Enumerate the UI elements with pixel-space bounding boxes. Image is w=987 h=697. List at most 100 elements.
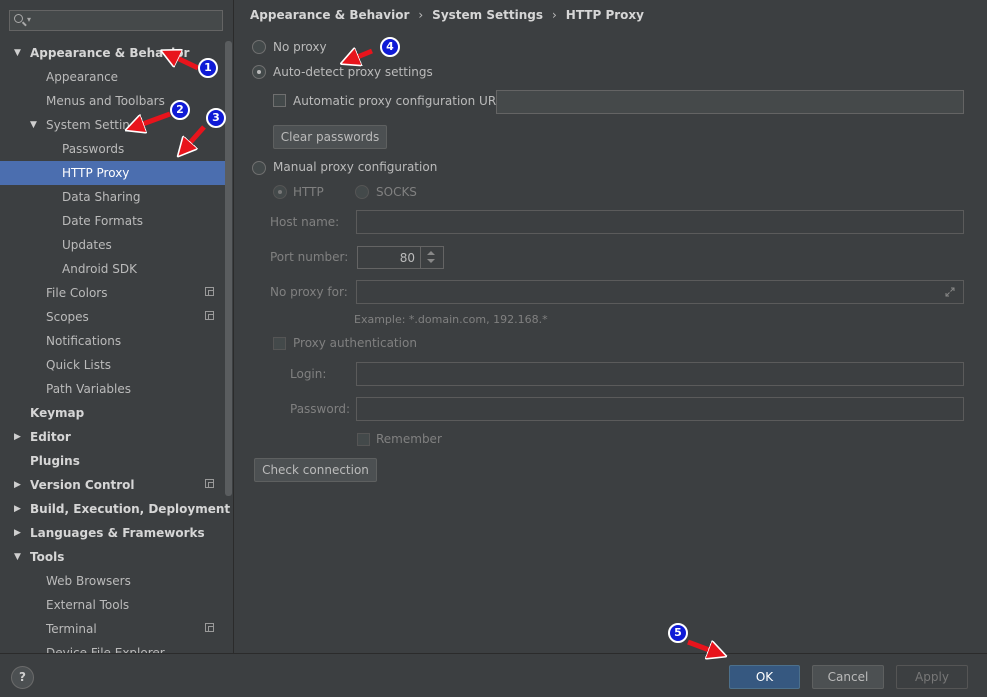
chevron-up-icon[interactable]	[427, 251, 435, 255]
dialog-footer: ? OK Cancel Apply	[0, 653, 987, 697]
chevron-right-icon: ›	[551, 8, 557, 22]
sidebar-item-label: Android SDK	[62, 262, 137, 276]
host-name-label: Host name:	[270, 215, 340, 229]
annotation-badge: 3	[206, 108, 226, 128]
sidebar-item-label: HTTP Proxy	[62, 166, 130, 180]
breadcrumb-item: System Settings	[432, 8, 543, 22]
sidebar-item-label: Appearance	[46, 70, 119, 84]
clear-passwords-button[interactable]: Clear passwords	[273, 125, 387, 149]
no-proxy-for-input[interactable]	[356, 280, 964, 304]
remember-checkbox[interactable]	[357, 433, 370, 446]
chevron-down-icon[interactable]	[427, 259, 435, 263]
sidebar-item-terminal[interactable]: Terminal	[0, 617, 225, 641]
help-button[interactable]: ?	[11, 666, 34, 689]
port-number-value: 80	[399, 251, 415, 265]
sidebar-item-label: Path Variables	[46, 382, 132, 396]
sidebar-item-label: Updates	[62, 238, 112, 252]
sidebar-item-menus-and-toolbars[interactable]: Menus and Toolbars	[0, 89, 225, 113]
sidebar-item-file-colors[interactable]: File Colors	[0, 281, 225, 305]
sidebar-item-label: Notifications	[46, 334, 122, 348]
search-icon	[14, 14, 23, 23]
host-name-input[interactable]	[356, 210, 964, 234]
project-settings-icon	[205, 623, 214, 632]
sidebar-item-appearance[interactable]: Appearance	[0, 65, 225, 89]
proxy-auth-checkbox[interactable]	[273, 337, 286, 350]
chevron-right-icon[interactable]: ▶	[14, 425, 21, 449]
chevron-right-icon[interactable]: ▶	[14, 473, 21, 497]
example-hint: Example: *.domain.com, 192.168.*	[354, 313, 548, 326]
sidebar-item-version-control[interactable]: ▶ Version Control	[0, 473, 225, 497]
auto-detect-radio[interactable]	[252, 65, 266, 79]
manual-proxy-radio[interactable]	[252, 161, 266, 175]
sidebar-item-device-file-explorer[interactable]: Device File Explorer	[0, 641, 225, 653]
chevron-right-icon: ›	[418, 8, 424, 22]
sidebar-item-label: Build, Execution, Deployment	[30, 502, 231, 516]
sidebar-item-http-proxy[interactable]: HTTP Proxy	[0, 161, 225, 185]
sidebar-item-date-formats[interactable]: Date Formats	[0, 209, 225, 233]
sidebar-item-label: Appearance & Behavior	[30, 46, 190, 60]
breadcrumb-item: HTTP Proxy	[565, 8, 644, 22]
auto-config-url-input[interactable]	[496, 90, 964, 114]
chevron-down-icon[interactable]: ▼	[14, 41, 21, 65]
password-input[interactable]	[356, 397, 964, 421]
sidebar-item-label: Terminal	[46, 622, 97, 636]
sidebar-item-system-settings[interactable]: ▼ System Settings	[0, 113, 225, 137]
sidebar-item-plugins[interactable]: Plugins	[0, 449, 225, 473]
apply-button[interactable]: Apply	[896, 665, 968, 689]
chevron-right-icon[interactable]: ▶	[14, 497, 21, 521]
check-connection-button[interactable]: Check connection	[254, 458, 377, 482]
sidebar-item-external-tools[interactable]: External Tools	[0, 593, 225, 617]
sidebar-item-label: Scopes	[46, 310, 89, 324]
sidebar-item-notifications[interactable]: Notifications	[0, 329, 225, 353]
sidebar-item-keymap[interactable]: Keymap	[0, 401, 225, 425]
stepper-arrows[interactable]	[420, 247, 443, 268]
sidebar-item-updates[interactable]: Updates	[0, 233, 225, 257]
annotation-badge: 4	[380, 37, 400, 57]
sidebar-item-build-execution-deployment[interactable]: ▶ Build, Execution, Deployment	[0, 497, 230, 521]
http-label: HTTP	[293, 185, 324, 199]
sidebar-item-data-sharing[interactable]: Data Sharing	[0, 185, 225, 209]
annotation-badge: 5	[668, 623, 688, 643]
http-radio[interactable]	[273, 185, 287, 199]
settings-sidebar: ▾ ▼ Appearance & Behavior Appearance Menus …	[0, 0, 234, 653]
socks-label: SOCKS	[376, 185, 417, 199]
sidebar-item-label: System Settings	[46, 118, 144, 132]
sidebar-item-label: Menus and Toolbars	[46, 94, 165, 108]
sidebar-item-android-sdk[interactable]: Android SDK	[0, 257, 225, 281]
auto-detect-label: Auto-detect proxy settings	[273, 65, 433, 79]
no-proxy-radio[interactable]	[252, 40, 266, 54]
search-options-icon: ▾	[27, 15, 32, 24]
sidebar-item-appearance-behavior[interactable]: ▼ Appearance & Behavior	[0, 41, 225, 65]
login-input[interactable]	[356, 362, 964, 386]
chevron-down-icon[interactable]: ▼	[30, 113, 37, 137]
sidebar-item-scopes[interactable]: Scopes	[0, 305, 225, 329]
settings-tree: ▼ Appearance & Behavior Appearance Menus an…	[0, 41, 230, 653]
sidebar-item-label: Editor	[30, 430, 71, 444]
sidebar-scrollbar[interactable]	[225, 41, 232, 496]
sidebar-item-label: Version Control	[30, 478, 135, 492]
breadcrumb-item: Appearance & Behavior	[250, 8, 410, 22]
sidebar-item-tools[interactable]: ▼ Tools	[0, 545, 225, 569]
port-number-stepper[interactable]: 80	[357, 246, 444, 269]
sidebar-item-quick-lists[interactable]: Quick Lists	[0, 353, 225, 377]
project-settings-icon	[205, 311, 214, 320]
expand-icon[interactable]	[945, 287, 955, 297]
sidebar-item-web-browsers[interactable]: Web Browsers	[0, 569, 225, 593]
sidebar-item-passwords[interactable]: Passwords	[0, 137, 225, 161]
no-proxy-label: No proxy	[273, 40, 327, 54]
sidebar-item-languages-frameworks[interactable]: ▶ Languages & Frameworks	[0, 521, 225, 545]
breadcrumb: Appearance & Behavior › System Settings › HT…	[250, 8, 644, 22]
chevron-right-icon[interactable]: ▶	[14, 521, 21, 545]
sidebar-item-label: Keymap	[30, 406, 85, 420]
ok-button[interactable]: OK	[729, 665, 800, 689]
sidebar-item-path-variables[interactable]: Path Variables	[0, 377, 225, 401]
proxy-auth-label: Proxy authentication	[293, 336, 417, 350]
auto-config-url-label: Automatic proxy configuration URL:	[293, 94, 507, 108]
chevron-down-icon[interactable]: ▼	[14, 545, 21, 569]
auto-config-url-checkbox[interactable]	[273, 94, 286, 107]
sidebar-item-editor[interactable]: ▶ Editor	[0, 425, 225, 449]
socks-radio[interactable]	[355, 185, 369, 199]
sidebar-item-label: Passwords	[62, 142, 125, 156]
cancel-button[interactable]: Cancel	[812, 665, 884, 689]
search-input[interactable]: ▾	[9, 10, 223, 31]
